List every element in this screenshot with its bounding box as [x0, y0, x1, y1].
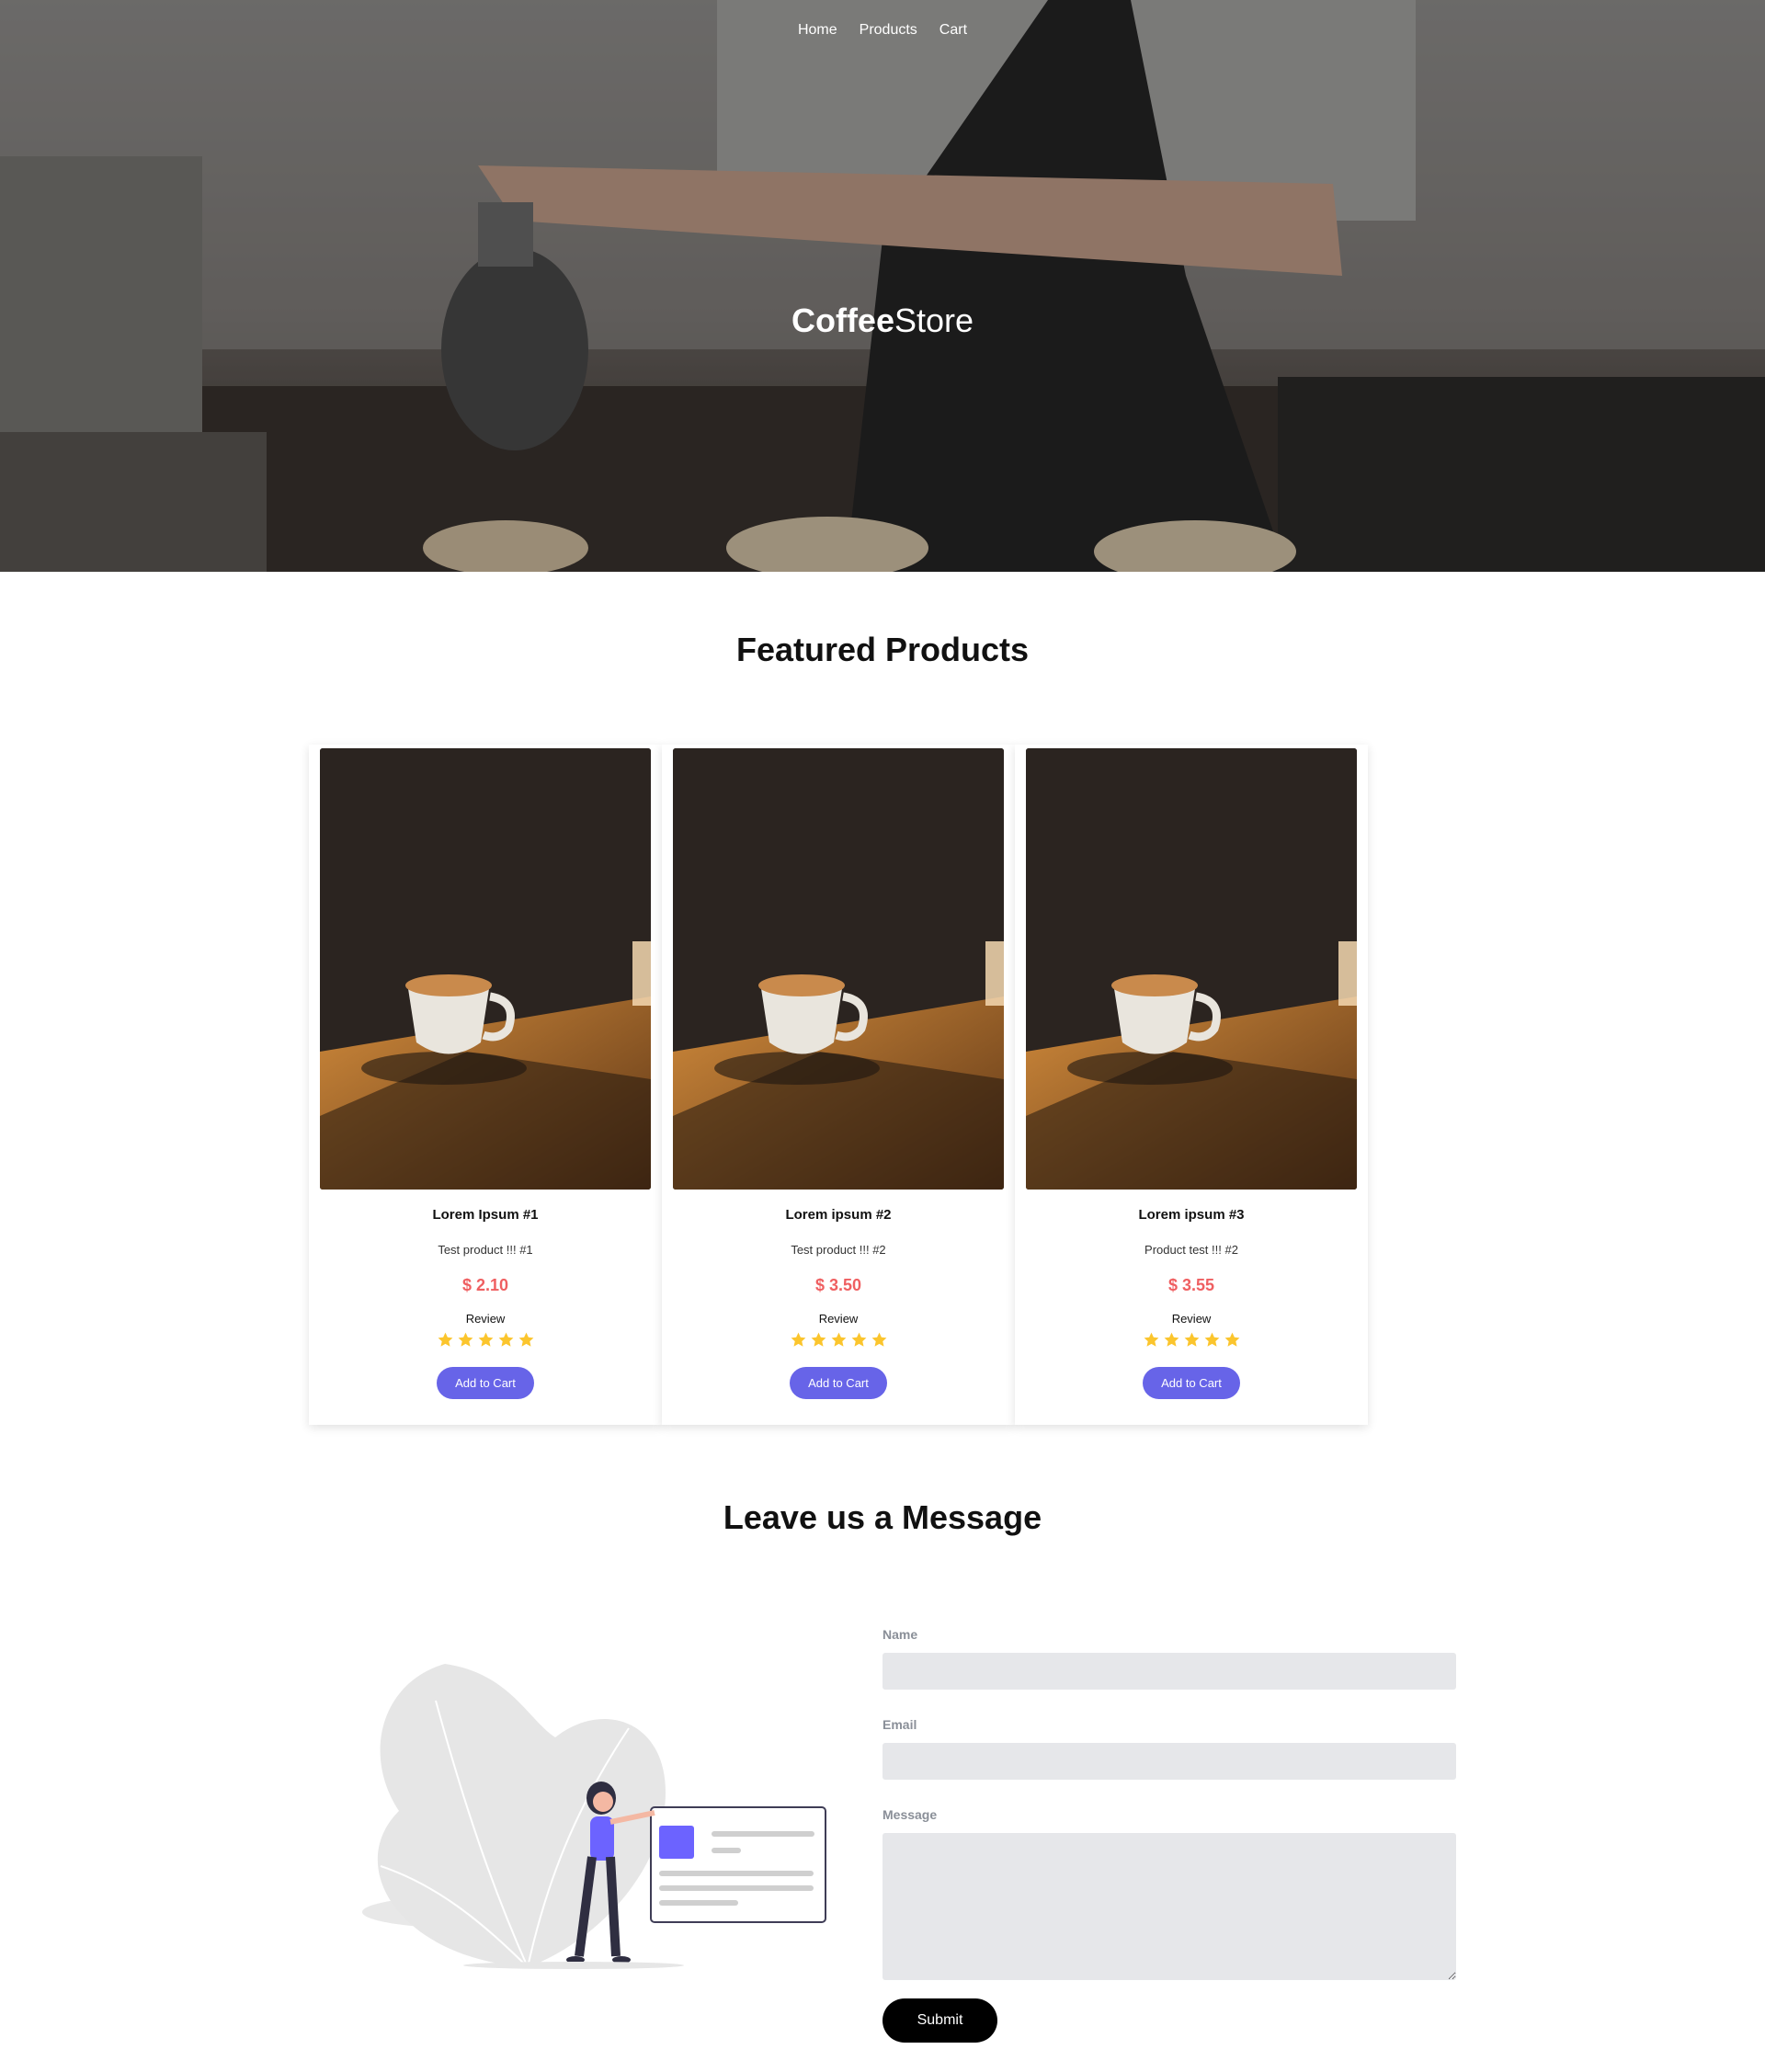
- message-label: Message: [882, 1807, 938, 1822]
- submit-button[interactable]: Submit: [882, 1998, 997, 2043]
- star-icon: [518, 1332, 533, 1347]
- brand-logo: CoffeeStore: [0, 302, 1765, 340]
- star-icon: [791, 1332, 805, 1347]
- product-image: [320, 748, 651, 1190]
- message-field[interactable]: [882, 1833, 1456, 1980]
- contact-illustration: [362, 1664, 826, 1969]
- star-icon: [831, 1332, 846, 1347]
- nav-home-link[interactable]: Home: [798, 22, 837, 39]
- product-price: $ 3.50: [814, 1276, 862, 1294]
- star-icon: [871, 1332, 886, 1347]
- product-image: [673, 748, 1004, 1190]
- email-label: Email: [882, 1717, 917, 1732]
- add-to-cart-button[interactable]: Add to Cart: [1143, 1367, 1240, 1399]
- star-icon: [458, 1332, 473, 1347]
- rating-stars: [309, 1331, 662, 1349]
- star-icon: [438, 1332, 452, 1347]
- star-icon: [1144, 1332, 1158, 1347]
- name-field[interactable]: [882, 1653, 1456, 1690]
- contact-form: Name Email Message Submit: [882, 1627, 1456, 2043]
- brand-bold: Coffee: [791, 302, 894, 339]
- email-field[interactable]: [882, 1743, 1456, 1780]
- product-grid: Lorem Ipsum #1 Test product !!! #1 $ 2.1…: [309, 745, 1368, 1425]
- product-name: Lorem ipsum #2: [785, 1207, 892, 1223]
- rating-stars: [662, 1331, 1015, 1349]
- star-icon: [478, 1332, 493, 1347]
- add-to-cart-button[interactable]: Add to Cart: [790, 1367, 887, 1399]
- review-label: Review: [818, 1312, 859, 1326]
- nav-products-link[interactable]: Products: [860, 22, 917, 39]
- star-icon: [1164, 1332, 1179, 1347]
- star-icon: [1204, 1332, 1219, 1347]
- add-to-cart-button[interactable]: Add to Cart: [437, 1367, 534, 1399]
- product-card: Lorem Ipsum #1 Test product !!! #1 $ 2.1…: [309, 745, 662, 1425]
- product-card: Lorem ipsum #2 Test product !!! #2 $ 3.5…: [662, 745, 1015, 1425]
- hero-banner: Home Products Cart CoffeeStore: [0, 0, 1765, 572]
- review-label: Review: [465, 1312, 506, 1326]
- product-description: Test product !!! #1: [438, 1243, 533, 1257]
- product-price: $ 2.10: [461, 1276, 509, 1294]
- product-name: Lorem Ipsum #1: [432, 1207, 539, 1223]
- name-label: Name: [882, 1627, 918, 1642]
- brand-light: Store: [894, 302, 974, 339]
- product-description: Product test !!! #2: [1144, 1243, 1238, 1257]
- star-icon: [498, 1332, 513, 1347]
- star-icon: [1224, 1332, 1239, 1347]
- product-card: Lorem ipsum #3 Product test !!! #2 $ 3.5…: [1015, 745, 1368, 1425]
- message-section-title: Leave us a Message: [723, 1498, 1042, 1536]
- star-icon: [811, 1332, 826, 1347]
- star-icon: [851, 1332, 866, 1347]
- product-price: $ 3.55: [1167, 1276, 1215, 1294]
- product-description: Test product !!! #2: [791, 1243, 886, 1257]
- product-image: [1026, 748, 1357, 1190]
- rating-stars: [1015, 1331, 1368, 1349]
- top-nav: Home Products Cart: [0, 22, 1765, 39]
- nav-cart-link[interactable]: Cart: [939, 22, 967, 39]
- review-label: Review: [1171, 1312, 1212, 1326]
- hero-overlay: [0, 0, 1765, 572]
- featured-products-title: Featured Products: [735, 631, 1030, 668]
- product-name: Lorem ipsum #3: [1138, 1207, 1245, 1223]
- star-icon: [1184, 1332, 1199, 1347]
